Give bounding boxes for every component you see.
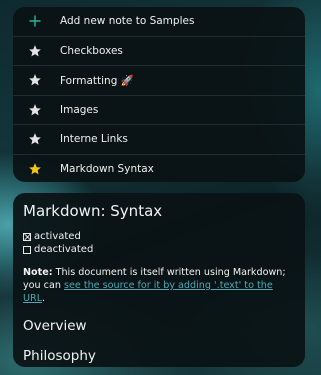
list-item-markdown-syntax[interactable]: Markdown Syntax — [13, 155, 305, 183]
star-outline-icon[interactable] — [27, 43, 43, 59]
list-item-label: Interne Links — [60, 133, 128, 146]
note-widget[interactable]: Markdown: Syntax activated deactivated N… — [13, 193, 305, 367]
list-item-checkboxes[interactable]: Checkboxes — [13, 37, 305, 66]
add-note-label: Add new note to Samples — [60, 15, 195, 28]
note-paragraph-end: . — [42, 293, 46, 304]
note-bold-label: Note: — [23, 267, 53, 278]
task-label: deactivated — [34, 244, 94, 255]
task-deactivated: deactivated — [23, 243, 293, 256]
note-title: Markdown: Syntax — [23, 202, 163, 220]
list-item-label: Formatting 🚀 — [60, 74, 134, 87]
list-item-images[interactable]: Images — [13, 96, 305, 125]
star-outline-icon[interactable] — [27, 102, 43, 118]
note-paragraph: Note: This document is itself written us… — [23, 266, 293, 305]
list-item-label: Images — [60, 103, 99, 116]
add-note-row[interactable]: Add new note to Samples — [13, 7, 305, 37]
unchecked-box-icon — [23, 245, 31, 254]
checked-box-icon — [23, 232, 31, 241]
star-outline-icon[interactable] — [27, 131, 43, 147]
heading-philosophy: Philosophy — [23, 348, 96, 364]
list-item-label: Markdown Syntax — [60, 163, 154, 176]
plus-icon — [27, 13, 43, 29]
task-label: activated — [34, 231, 81, 242]
list-item-label: Checkboxes — [60, 44, 123, 57]
task-activated: activated — [23, 230, 293, 243]
list-item-interne-links[interactable]: Interne Links — [13, 125, 305, 155]
star-outline-icon[interactable] — [27, 72, 43, 88]
notes-list-widget: Add new note to Samples Checkboxes Forma… — [13, 7, 305, 182]
heading-overview: Overview — [23, 318, 87, 334]
star-filled-icon[interactable] — [27, 161, 43, 177]
list-item-formatting[interactable]: Formatting 🚀 — [13, 66, 305, 96]
